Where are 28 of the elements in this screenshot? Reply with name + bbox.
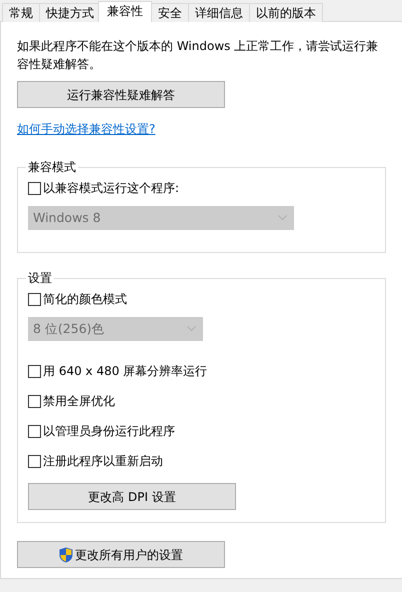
chevron-icon (187, 326, 196, 332)
checkbox-label[interactable]: 以兼容模式运行这个程序: (43, 179, 180, 197)
checkbox-label[interactable]: 禁用全屏优化 (43, 392, 115, 410)
checkbox-label[interactable]: 简化的颜色模式 (43, 290, 127, 308)
tab[interactable]: 快捷方式 (39, 3, 101, 22)
tab[interactable]: 兼容性 (98, 1, 152, 22)
checkbox[interactable] (28, 424, 41, 438)
change-all-users-button[interactable]: 更改所有用户的设置 (17, 541, 225, 568)
checkbox[interactable] (28, 292, 41, 306)
chevron-icon (278, 215, 287, 221)
help-link[interactable]: 如何手动选择兼容性设置? (17, 120, 156, 138)
checkbox-label[interactable]: 注册此程序以重新启动 (43, 452, 163, 470)
checkbox[interactable] (28, 364, 41, 378)
troubleshoot-button[interactable]: 运行兼容性疑难解答 (17, 81, 225, 108)
checkbox[interactable] (28, 394, 41, 408)
group-label: 设置 (27, 271, 53, 285)
dpi-settings-button[interactable]: 更改高 DPI 设置 (28, 483, 236, 510)
tab[interactable]: 详细信息 (188, 3, 250, 22)
checkbox-label[interactable]: 用 640 x 480 屏幕分辨率运行 (43, 362, 208, 380)
checkbox-label[interactable]: 以管理员身份运行此程序 (43, 422, 175, 440)
tab[interactable]: 常规 (2, 3, 40, 22)
checkbox[interactable] (28, 454, 41, 468)
shield-icon (59, 546, 73, 562)
tab[interactable]: 以前的版本 (249, 3, 323, 22)
description-text: 如果此程序不能在这个版本的 Windows 上正常工作，请尝试运行兼容性疑难解答。 (17, 38, 380, 73)
checkbox[interactable] (28, 182, 41, 194)
tab[interactable]: 安全 (151, 3, 189, 22)
group-label: 兼容模式 (27, 160, 77, 174)
